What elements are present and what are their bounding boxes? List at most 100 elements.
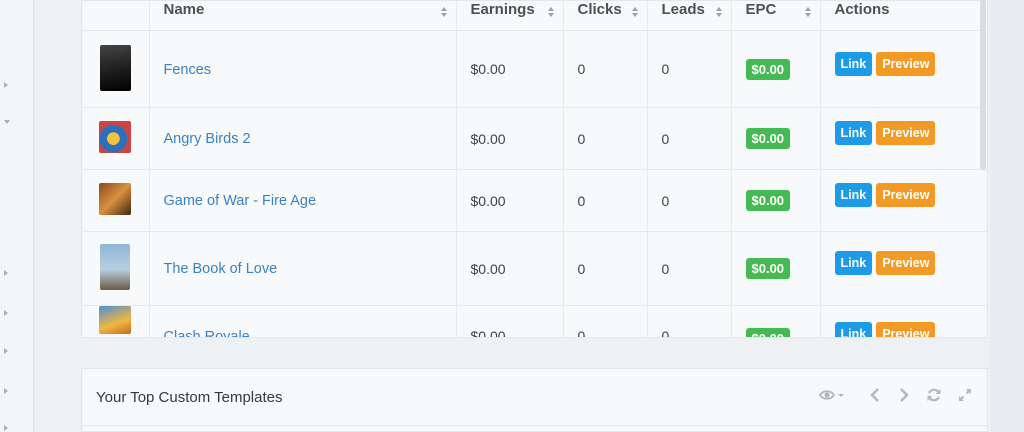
top-custom-templates-panel: Your Top Custom Templates: [81, 368, 988, 432]
epc-column-header[interactable]: EPC: [731, 1, 821, 31]
sort-icon[interactable]: [547, 7, 555, 17]
actions-cell: Link Preview: [820, 169, 987, 232]
epc-cell: $0.00: [731, 107, 821, 170]
table-header-row: Name Earnings Clicks Leads EPC Actions: [82, 1, 987, 31]
thumbnail-cell: [82, 169, 150, 232]
leads-cell: 0: [647, 107, 732, 170]
expand-icon[interactable]: [957, 387, 973, 403]
thumbnail-cell: [82, 107, 150, 170]
actions-cell: Link Preview: [820, 231, 987, 306]
table-row: Game of War - Fire Age $0.00 0 0 $0.00 L…: [82, 169, 987, 232]
sort-icon[interactable]: [440, 7, 448, 17]
eye-icon[interactable]: [818, 387, 845, 403]
chevron-left-icon[interactable]: [867, 387, 883, 403]
clicks-cell: 0: [563, 107, 648, 170]
thumbnail-cell: [82, 231, 150, 306]
refresh-icon[interactable]: [926, 387, 942, 403]
link-button[interactable]: Link: [834, 322, 873, 337]
earnings-cell: $0.00: [456, 169, 564, 232]
offer-name-link[interactable]: Clash Royale: [164, 329, 250, 337]
link-button[interactable]: Link: [834, 121, 873, 145]
epc-badge: $0.00: [745, 328, 791, 337]
epc-cell: $0.00: [731, 231, 821, 306]
leads-cell: 0: [647, 169, 732, 232]
column-header-label: Earnings: [470, 1, 535, 18]
clash-royale-icon-image: [99, 306, 132, 334]
link-button[interactable]: Link: [834, 52, 873, 76]
earnings-cell: $0.00: [456, 305, 564, 337]
offer-name-link[interactable]: Game of War - Fire Age: [164, 193, 317, 209]
epc-badge: $0.00: [745, 190, 791, 211]
fences-cover-image: [99, 44, 131, 91]
table-row: Fences $0.00 0 0 $0.00 Link Preview: [82, 30, 987, 108]
panel-title: Your Top Custom Templates: [96, 389, 283, 406]
leads-column-header[interactable]: Leads: [647, 1, 732, 31]
caret-right-icon[interactable]: [4, 270, 8, 276]
clicks-cell: 0: [563, 305, 648, 337]
column-header-label: EPC: [745, 1, 777, 18]
epc-cell: $0.00: [731, 305, 821, 337]
sort-icon[interactable]: [715, 7, 723, 17]
column-header-label: Actions: [834, 1, 890, 18]
chevron-right-icon[interactable]: [896, 387, 912, 403]
actions-cell: Link Preview: [820, 107, 987, 170]
table-row: The Book of Love $0.00 0 0 $0.00 Link Pre…: [82, 231, 987, 306]
epc-badge: $0.00: [745, 258, 791, 279]
offers-table-card: Name Earnings Clicks Leads EPC Actions F…: [81, 0, 988, 338]
panel-divider: [82, 425, 987, 426]
column-header-label: Leads: [661, 1, 705, 18]
epc-cell: $0.00: [731, 30, 821, 108]
offer-name-link[interactable]: Angry Birds 2: [164, 131, 251, 147]
name-cell: Clash Royale: [149, 305, 457, 337]
preview-button[interactable]: Preview: [876, 52, 936, 76]
name-column-header[interactable]: Name: [149, 1, 457, 31]
offer-name-link[interactable]: Fences: [164, 62, 212, 78]
epc-badge: $0.00: [745, 128, 791, 149]
leads-cell: 0: [647, 305, 732, 337]
name-cell: Game of War - Fire Age: [149, 169, 457, 232]
thumbnail-cell: [82, 305, 150, 337]
book-of-love-cover-image: [100, 244, 131, 290]
clicks-column-header[interactable]: Clicks: [563, 1, 648, 31]
name-cell: The Book of Love: [149, 231, 457, 306]
clicks-cell: 0: [563, 231, 648, 306]
sort-icon[interactable]: [631, 7, 639, 17]
earnings-cell: $0.00: [456, 30, 564, 108]
right-background-panel: [990, 0, 1024, 432]
earnings-cell: $0.00: [456, 231, 564, 306]
clicks-cell: 0: [563, 169, 648, 232]
left-sidebar-rail: [0, 0, 34, 432]
table-scrollbar[interactable]: [980, 0, 986, 170]
sort-icon[interactable]: [804, 7, 812, 17]
caret-right-icon[interactable]: [4, 82, 8, 88]
game-of-war-icon-image: [99, 183, 132, 215]
earnings-column-header[interactable]: Earnings: [456, 1, 564, 31]
thumbnail-cell: [82, 30, 150, 108]
caret-right-icon[interactable]: [4, 348, 8, 354]
clicks-cell: 0: [563, 30, 648, 108]
actions-cell: Link Preview: [820, 30, 987, 108]
offers-table: Name Earnings Clicks Leads EPC Actions F…: [82, 1, 987, 337]
preview-button[interactable]: Preview: [876, 251, 936, 275]
epc-cell: $0.00: [731, 169, 821, 232]
caret-right-icon[interactable]: [4, 425, 8, 431]
table-row: Clash Royale $0.00 0 0 $0.00 LinkPreview: [82, 305, 987, 337]
name-cell: Angry Birds 2: [149, 107, 457, 170]
actions-column-header: Actions: [820, 1, 987, 31]
link-button[interactable]: Link: [834, 183, 873, 207]
table-row: Angry Birds 2 $0.00 0 0 $0.00 Link Previe…: [82, 107, 987, 170]
offer-name-link[interactable]: The Book of Love: [164, 261, 278, 277]
column-header-label: Clicks: [577, 1, 622, 18]
thumbnail-column-header: [82, 1, 150, 31]
angry-birds-2-icon-image: [99, 121, 132, 153]
caret-right-icon[interactable]: [4, 388, 8, 394]
column-header-label: Name: [163, 1, 205, 18]
link-button[interactable]: Link: [834, 251, 873, 275]
preview-button[interactable]: Preview: [876, 322, 936, 337]
actions-cell: Link Preview: [820, 305, 987, 337]
caret-down-icon[interactable]: [4, 120, 10, 124]
preview-button[interactable]: Preview: [876, 121, 936, 145]
leads-cell: 0: [647, 231, 732, 306]
caret-right-icon[interactable]: [4, 310, 8, 316]
preview-button[interactable]: Preview: [876, 183, 936, 207]
